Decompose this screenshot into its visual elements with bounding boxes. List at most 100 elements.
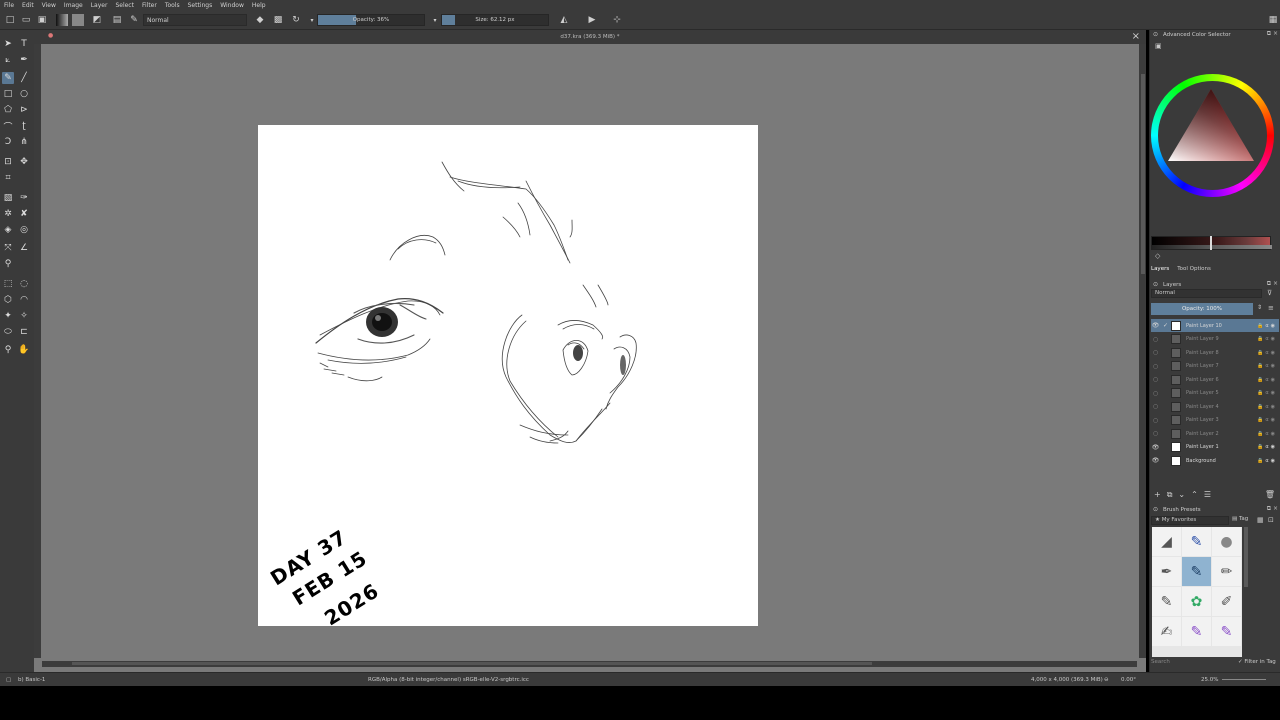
workspace-icon[interactable]: ▦ [1267, 14, 1279, 26]
zoom-tool-icon[interactable]: ⚲ [2, 344, 14, 356]
blend-mode-select[interactable]: Normal [143, 14, 247, 26]
eye-icon[interactable]: 👁 [1151, 322, 1160, 329]
menu-settings[interactable]: Settings [188, 2, 213, 9]
measure-tool-icon[interactable]: ∠ [18, 242, 30, 254]
layer-lock-alpha-icons[interactable]: 🔒α◉ [1257, 363, 1277, 369]
crop-tool-icon[interactable]: ⌗ [2, 172, 14, 184]
layer-row[interactable]: 👁 ✓ Paint Layer 10 🔒α◉ [1151, 319, 1279, 332]
panel-lock-icon[interactable]: ⊙ [1153, 506, 1158, 513]
tab-tool-options[interactable]: Tool Options [1177, 266, 1211, 274]
status-rotation[interactable]: 0.00° [1121, 677, 1136, 683]
menu-select[interactable]: Select [115, 2, 134, 9]
freehand-select-icon[interactable]: ◠ [18, 294, 30, 306]
layer-row[interactable]: ○ Paint Layer 7 🔒α◉ [1151, 360, 1279, 373]
bezier-select-icon[interactable]: ⬭ [2, 326, 14, 338]
layer-row[interactable]: ○ Paint Layer 2 🔒α◉ [1151, 427, 1279, 440]
brush-preset-watercolor[interactable]: ✎ [1182, 617, 1211, 646]
layer-lock-alpha-icons[interactable]: 🔒α◉ [1257, 431, 1277, 437]
brush-preset-airbrush[interactable]: ● [1212, 527, 1241, 556]
size-slider[interactable]: Size: 62.12 px [441, 14, 549, 26]
text-tool-icon[interactable]: T [18, 38, 30, 50]
menu-edit[interactable]: Edit [22, 2, 34, 9]
mirror-horizontal-icon[interactable]: ◭ [558, 14, 570, 26]
menu-layer[interactable]: Layer [91, 2, 108, 9]
ellipse-select-icon[interactable]: ◌ [18, 278, 30, 290]
zoom-slider[interactable] [1222, 679, 1266, 680]
panel-lock-icon[interactable]: ⊙ [1153, 31, 1158, 38]
layer-row[interactable]: 👁 Paint Layer 1 🔒α◉ [1151, 441, 1279, 454]
color-history-icon[interactable]: ◇ [1155, 252, 1160, 260]
brush-preset-eraser[interactable]: ◢ [1152, 527, 1181, 556]
move-tool-icon[interactable]: ✥ [18, 156, 30, 168]
layer-row[interactable]: 👁 Background 🔒α◉ [1151, 454, 1279, 467]
menu-window[interactable]: Window [220, 2, 244, 9]
layer-menu-icon[interactable]: ≡ [1268, 304, 1274, 312]
menu-filter[interactable]: Filter [142, 2, 157, 9]
freehand-brush-icon[interactable]: ✎ [2, 72, 14, 84]
brush-preset-pencil[interactable]: ✏ [1212, 557, 1241, 586]
panel-float-close-icons[interactable]: ⧉ × [1267, 30, 1278, 38]
assistant-tool-icon[interactable]: ⤧ [2, 242, 14, 254]
canvas-area[interactable]: ● d37.kra (369.3 MiB) * × DAY 37 FEB 15 … [34, 30, 1146, 672]
brush-search-input[interactable]: Search [1151, 659, 1170, 665]
brush-settings-icon[interactable]: ⊡ [1268, 516, 1274, 524]
color-cursor[interactable] [1210, 236, 1212, 250]
eye-hidden-icon[interactable]: ○ [1151, 390, 1160, 397]
select-shapes-icon[interactable]: ➤ [2, 38, 14, 50]
vertical-scrollbar[interactable] [1141, 74, 1145, 274]
color-picker-icon[interactable]: ✑ [18, 192, 30, 204]
brush-preset-ink[interactable]: ✒ [1152, 557, 1181, 586]
reference-images-icon[interactable]: ⚲ [2, 258, 14, 270]
dropdown-chevron-icon[interactable]: ▾ [429, 14, 441, 26]
brush-filter-select[interactable]: ★ My Favorites [1151, 516, 1229, 525]
pattern-swatch-icon[interactable] [72, 14, 84, 26]
freehand-path-icon[interactable]: ʈ [18, 120, 30, 132]
line-tool-icon[interactable]: ╱ [18, 72, 30, 84]
duplicate-layer-icon[interactable]: ⧉ [1167, 490, 1173, 500]
eye-hidden-icon[interactable]: ○ [1151, 336, 1160, 343]
polyline-tool-icon[interactable]: ⊳ [18, 104, 30, 116]
layer-lock-alpha-icons[interactable]: 🔒α◉ [1257, 444, 1277, 450]
bezier-tool-icon[interactable]: ⌒ [2, 120, 14, 133]
layer-row[interactable]: ○ Paint Layer 6 🔒α◉ [1151, 373, 1279, 386]
canvas-paper[interactable]: DAY 37 FEB 15 2026 [258, 125, 758, 630]
rectangle-tool-icon[interactable]: □ [2, 88, 14, 100]
new-document-icon[interactable]: □ [4, 14, 16, 26]
menu-file[interactable]: File [4, 2, 14, 9]
close-document-icon[interactable]: × [1132, 31, 1140, 42]
polygon-select-icon[interactable]: ⬡ [2, 294, 14, 306]
brush-preset-marker[interactable]: ✎ [1152, 587, 1181, 616]
brush-preset-basic[interactable]: ✎ [1182, 557, 1211, 586]
polygon-tool-icon[interactable]: ⬠ [2, 104, 14, 116]
layer-row[interactable]: ○ Paint Layer 3 🔒α◉ [1151, 414, 1279, 427]
color-settings-icon[interactable]: ▣ [1155, 42, 1162, 50]
menu-tools[interactable]: Tools [165, 2, 180, 9]
move-layer-down-icon[interactable]: ⌄ [1178, 490, 1185, 499]
scrollbar-thumb[interactable] [72, 662, 872, 665]
eye-hidden-icon[interactable]: ○ [1151, 430, 1160, 437]
pan-tool-icon[interactable]: ✋ [18, 344, 30, 356]
gradient-swatch-icon[interactable] [56, 14, 68, 26]
horizontal-scrollbar[interactable] [42, 661, 1137, 667]
opacity-stepper-icon[interactable]: ⇕ [1257, 304, 1262, 311]
eye-hidden-icon[interactable]: ○ [1151, 417, 1160, 424]
layer-row[interactable]: ○ Paint Layer 4 🔒α◉ [1151, 400, 1279, 413]
smart-patch-icon[interactable]: ✘ [18, 208, 30, 220]
layer-row[interactable]: ○ Paint Layer 5 🔒α◉ [1151, 387, 1279, 400]
gradient-tool-icon[interactable]: ▧ [2, 192, 14, 204]
wrap-around-icon[interactable]: ⊹ [611, 14, 623, 26]
contiguous-select-icon[interactable]: ✦ [2, 310, 14, 322]
fill-tool-icon[interactable]: ◈ [2, 224, 14, 236]
enclose-fill-icon[interactable]: ◎ [18, 224, 30, 236]
eye-hidden-icon[interactable]: ○ [1151, 376, 1160, 383]
save-icon[interactable]: ▣ [36, 14, 48, 26]
move-layer-up-icon[interactable]: ⌃ [1191, 490, 1198, 499]
opacity-slider[interactable]: Opacity: 36% [317, 14, 425, 26]
panel-float-close-icons[interactable]: ⧉ × [1267, 280, 1278, 288]
brush-preset-icon[interactable]: ✎ [128, 14, 140, 26]
panel-float-close-icons[interactable]: ⧉ × [1267, 505, 1278, 513]
brush-preset-texture[interactable]: ✿ [1182, 587, 1211, 616]
eye-hidden-icon[interactable]: ○ [1151, 363, 1160, 370]
preserve-alpha-icon[interactable]: ▩ [272, 14, 284, 26]
layer-lock-alpha-icons[interactable]: 🔒α◉ [1257, 377, 1277, 383]
